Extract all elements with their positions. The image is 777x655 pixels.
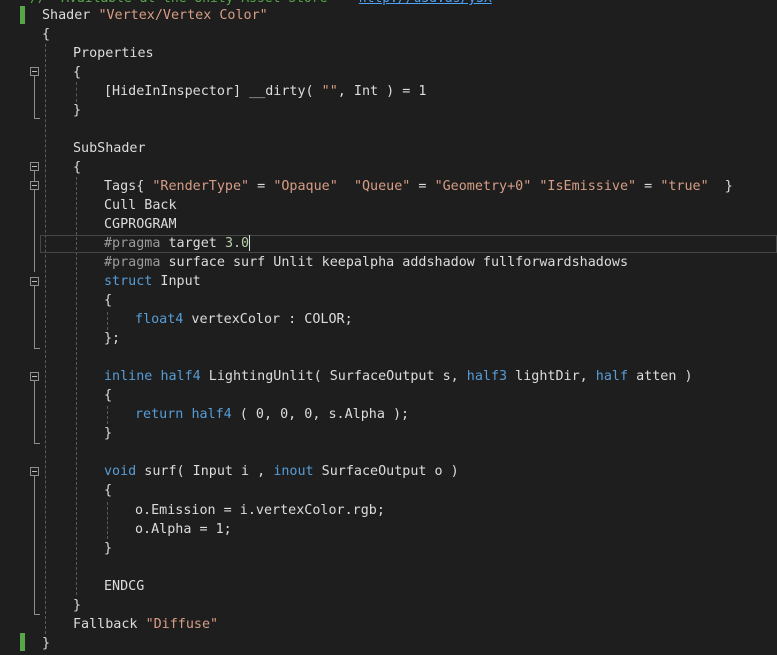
code-line[interactable]: void surf( Input i , inout SurfaceOutput… xyxy=(104,462,459,481)
code-line[interactable]: { xyxy=(104,291,112,310)
fold-toggle-struct[interactable] xyxy=(30,277,39,286)
fold-outline xyxy=(34,381,35,443)
code-line[interactable]: CGPROGRAM xyxy=(104,215,177,234)
code-line[interactable]: Shader "Vertex/Vertex Color" xyxy=(42,6,268,25)
indent-guide xyxy=(107,406,108,424)
code-line[interactable]: { xyxy=(104,481,112,500)
fold-toggle-lighting[interactable] xyxy=(30,372,39,381)
code-line[interactable]: }; xyxy=(104,329,120,348)
indent-guide xyxy=(76,82,77,102)
fold-outline-end xyxy=(34,118,40,119)
change-marker xyxy=(20,6,25,24)
change-marker xyxy=(20,633,25,651)
fold-toggle-subshader[interactable] xyxy=(30,162,39,171)
fold-outline xyxy=(34,76,35,118)
code-line[interactable]: } xyxy=(73,101,81,120)
code-line[interactable]: float4 vertexColor : COLOR; xyxy=(135,310,353,329)
fold-outline-end xyxy=(34,348,40,349)
code-line[interactable]: } xyxy=(104,539,112,558)
code-line[interactable]: { xyxy=(73,63,81,82)
indent-guide xyxy=(107,502,108,539)
code-line[interactable]: inline half4 LightingUnlit( SurfaceOutpu… xyxy=(104,367,693,386)
fold-outline-end xyxy=(34,443,40,444)
text-caret xyxy=(249,235,251,251)
code-line[interactable]: o.Emission = i.vertexColor.rgb; xyxy=(135,501,385,520)
code-line[interactable]: ENDCG xyxy=(104,577,144,596)
code-line[interactable]: } xyxy=(104,424,112,443)
code-line[interactable]: #pragma surface surf Unlit keepalpha add… xyxy=(104,253,628,272)
code-line[interactable]: Fallback "Diffuse" xyxy=(73,615,218,634)
code-line[interactable]: } xyxy=(42,634,50,653)
code-line[interactable]: struct Input xyxy=(104,272,201,291)
fold-outline xyxy=(34,286,35,348)
fold-outline-end xyxy=(34,614,40,615)
code-line[interactable]: { xyxy=(42,25,50,44)
code-line[interactable]: o.Alpha = 1; xyxy=(135,520,232,539)
fold-toggle-properties[interactable] xyxy=(30,67,39,76)
code-line[interactable]: { xyxy=(73,158,81,177)
code-line[interactable]: } xyxy=(73,596,81,615)
fold-outline xyxy=(34,476,35,614)
indent-guide xyxy=(45,44,46,634)
code-line[interactable]: [HideInInspector] __dirty( "", Int ) = 1 xyxy=(104,82,426,101)
fold-outline xyxy=(34,190,35,272)
code-line[interactable]: Properties xyxy=(73,44,154,63)
code-editor[interactable]: // Available at the Unity Asset Store - … xyxy=(0,0,777,655)
fold-outline xyxy=(34,171,35,181)
fold-toggle-tags[interactable] xyxy=(30,181,39,190)
code-line[interactable]: { xyxy=(104,386,112,405)
code-line-current[interactable]: #pragma target 3.0 xyxy=(104,234,251,253)
indent-guide xyxy=(107,312,108,330)
fold-toggle-surf[interactable] xyxy=(30,467,39,476)
code-line[interactable]: return half4 ( 0, 0, 0, s.Alpha ); xyxy=(135,405,409,424)
code-line[interactable]: SubShader xyxy=(73,139,146,158)
code-line[interactable]: Tags{ "RenderType" = "Opaque" "Queue" = … xyxy=(104,177,733,196)
code-line[interactable]: Cull Back xyxy=(104,196,177,215)
